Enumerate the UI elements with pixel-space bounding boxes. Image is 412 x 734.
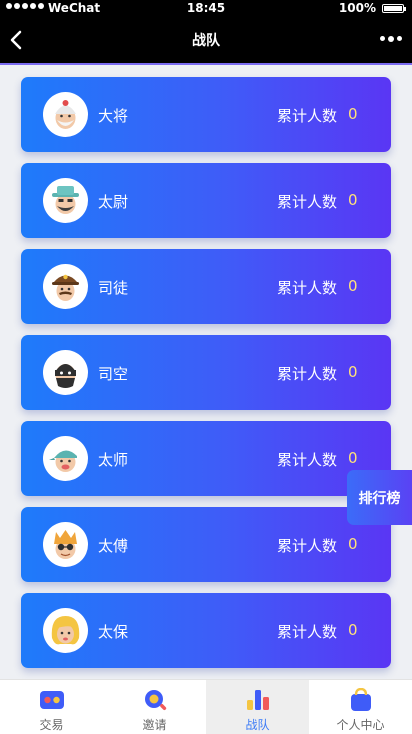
- count-value: 0: [348, 277, 358, 295]
- rank-card[interactable]: 大将 累计人数 0: [21, 77, 391, 152]
- rank-card[interactable]: 司徒 累计人数 0: [21, 249, 391, 324]
- leaderboard-button[interactable]: 排行榜: [347, 470, 412, 525]
- count-label: 累计人数: [277, 365, 338, 383]
- rank-list: 大将 累计人数 0 太尉 累计人数 0 司徒 累计人数 0 司空 累计人数 0 …: [21, 77, 391, 679]
- rank-card[interactable]: 司空 累计人数 0: [21, 335, 391, 410]
- count-label: 累计人数: [277, 279, 338, 297]
- rank-name: 太傅: [98, 537, 129, 555]
- profile-bag-icon: [350, 688, 371, 711]
- tab-label: 邀请: [142, 718, 167, 732]
- count-label: 累计人数: [277, 107, 338, 125]
- invite-search-icon: [144, 690, 166, 711]
- page-title: 战队: [192, 33, 220, 49]
- rank-card[interactable]: 太傅 累计人数 0: [21, 507, 391, 582]
- tab-team[interactable]: 战队: [206, 680, 309, 734]
- cap-avatar-icon: [43, 436, 88, 481]
- tab-label: 交易: [39, 718, 64, 732]
- rank-card[interactable]: 太师 累计人数 0: [21, 421, 391, 496]
- masked-avatar-icon: [43, 350, 88, 395]
- count-label: 累计人数: [277, 537, 338, 555]
- count-value: 0: [348, 105, 358, 123]
- count-value: 0: [348, 449, 358, 467]
- rank-card[interactable]: 太尉 累计人数 0: [21, 163, 391, 238]
- bottom-tab-bar: 交易 邀请 战队 个人中心: [0, 679, 412, 734]
- rank-name: 太师: [98, 451, 129, 469]
- count-value: 0: [348, 535, 358, 553]
- tab-label: 个人中心: [336, 718, 385, 732]
- cowboy-avatar-icon: [43, 178, 88, 223]
- team-chart-icon: [246, 690, 269, 710]
- battery-percent: 100%: [338, 1, 376, 15]
- count-value: 0: [348, 363, 358, 381]
- count-label: 累计人数: [277, 623, 338, 641]
- general-avatar-icon: [43, 92, 88, 137]
- rank-name: 司徒: [98, 279, 129, 297]
- count-label: 累计人数: [277, 193, 338, 211]
- count-value: 0: [348, 191, 358, 209]
- battery-icon: [382, 4, 406, 13]
- nav-bar: 战队: [0, 17, 412, 63]
- rank-name: 太尉: [98, 193, 129, 211]
- status-bar: WeChat 18:45 100%: [0, 0, 412, 17]
- rank-card[interactable]: 太保 累计人数 0: [21, 593, 391, 668]
- sheriff-avatar-icon: [43, 264, 88, 309]
- tab-trade[interactable]: 交易: [0, 680, 103, 734]
- rank-name: 司空: [98, 365, 129, 383]
- blonde-avatar-icon: [43, 608, 88, 653]
- tab-profile[interactable]: 个人中心: [309, 680, 412, 734]
- glasses-avatar-icon: [43, 522, 88, 567]
- tab-label: 战队: [245, 718, 270, 732]
- rank-name: 大将: [98, 107, 129, 125]
- more-options-icon[interactable]: [380, 35, 402, 42]
- count-label: 累计人数: [277, 451, 338, 469]
- rank-name: 太保: [98, 623, 129, 641]
- trade-icon: [39, 691, 64, 709]
- nav-divider: [0, 63, 412, 65]
- count-value: 0: [348, 621, 358, 639]
- tab-invite[interactable]: 邀请: [103, 680, 206, 734]
